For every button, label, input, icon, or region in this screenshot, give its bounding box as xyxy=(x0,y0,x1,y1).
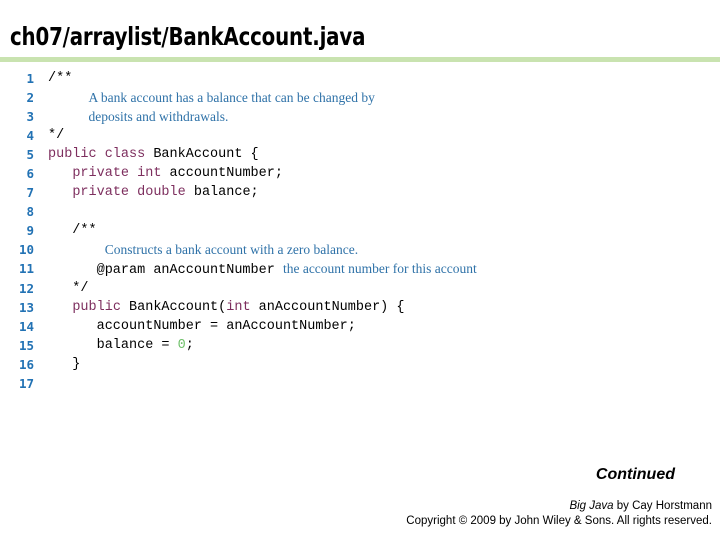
code-line-source: Constructs a bank account with a zero ba… xyxy=(48,240,358,261)
title-divider xyxy=(0,57,720,62)
code-token-keyword: int xyxy=(226,299,259,315)
code-line: 11 @param anAccountNumber the account nu… xyxy=(0,259,720,278)
line-number: 10 xyxy=(18,242,34,258)
line-number: 17 xyxy=(18,375,34,391)
code-token-plain: anAccountNumber) { xyxy=(258,299,405,315)
code-line: 12 */ xyxy=(0,279,720,298)
code-line: 1 /** xyxy=(0,69,720,88)
line-number: 4 xyxy=(26,128,34,144)
code-line-source: balance = 0; xyxy=(48,336,194,355)
code-line: 5 public class BankAccount { xyxy=(0,145,720,164)
line-number: 13 xyxy=(18,299,34,315)
line-number: 12 xyxy=(18,280,34,296)
code-token-comment: A bank account has a balance that can be… xyxy=(88,90,375,106)
code-token-keyword: private int xyxy=(72,166,170,182)
line-number: 6 xyxy=(26,166,34,182)
code-line-source: A bank account has a balance that can be… xyxy=(48,88,375,109)
code-listing: 1 /** 2 A bank account has a balance that … xyxy=(0,69,720,393)
line-number: 9 xyxy=(26,223,34,239)
code-line-source: private int accountNumber; xyxy=(48,164,283,183)
code-token-plain: @param anAccountNumber xyxy=(48,263,283,279)
line-number: 16 xyxy=(18,356,34,372)
code-line: 16 } xyxy=(0,355,720,374)
line-number: 5 xyxy=(26,147,34,163)
line-number: 11 xyxy=(18,261,34,277)
code-line-source: /** xyxy=(48,69,72,88)
code-token-plain: /** xyxy=(48,71,73,86)
code-line: 6 private int accountNumber; xyxy=(0,164,720,183)
code-token-plain: BankAccount { xyxy=(153,147,259,163)
code-token-plain: BankAccount( xyxy=(129,299,227,315)
code-line: 9 /** xyxy=(0,221,720,240)
line-number: 1 xyxy=(26,71,34,86)
page-title: ch07/arraylist/BankAccount.java xyxy=(10,22,366,51)
code-line-source: accountNumber = anAccountNumber; xyxy=(48,317,356,336)
code-token-plain: /** xyxy=(48,223,97,239)
code-token-plain: */ xyxy=(48,280,89,296)
line-number: 7 xyxy=(26,185,34,201)
line-number: 2 xyxy=(26,90,34,106)
code-token-comment: the account number for this account xyxy=(282,261,477,277)
code-line: 15 balance = 0; xyxy=(0,336,720,355)
code-line-source: public BankAccount(int anAccountNumber) … xyxy=(48,298,404,317)
code-line: 17 xyxy=(0,374,720,393)
code-token-number: 0 xyxy=(177,337,186,353)
code-line: 13 public BankAccount(int anAccountNumbe… xyxy=(0,298,720,317)
credit-author: by Cay Horstmann xyxy=(613,500,712,512)
code-line-source: */ xyxy=(48,126,64,145)
code-token-keyword: private double xyxy=(72,185,194,201)
code-line: 2 A bank account has a balance that can … xyxy=(0,88,720,107)
code-token-plain: ; xyxy=(185,337,194,353)
code-line-source: */ xyxy=(48,279,89,298)
code-token-comment: deposits and withdrawals. xyxy=(88,109,229,125)
code-line-source: private double balance; xyxy=(48,183,259,202)
line-number: 14 xyxy=(18,318,34,334)
code-line: 3 deposits and withdrawals. xyxy=(0,107,720,126)
code-token-plain: } xyxy=(48,356,81,372)
code-line: 4 */ xyxy=(0,126,720,145)
credit-line: Big Java by Cay Horstmann xyxy=(569,500,712,512)
code-line: 8 xyxy=(0,202,720,221)
code-token-plain: accountNumber = anAccountNumber; xyxy=(48,318,356,334)
line-number: 8 xyxy=(26,204,34,220)
code-token-plain: accountNumber; xyxy=(169,166,283,182)
code-token-keyword: public xyxy=(72,299,130,315)
credit-book-title: Big Java xyxy=(569,500,614,512)
slide-header: ch07/arraylist/BankAccount.java xyxy=(0,0,720,62)
code-token-plain: balance; xyxy=(193,185,259,201)
code-line: 10 Constructs a bank account with a zero… xyxy=(0,240,720,259)
code-line-source: @param anAccountNumber the account numbe… xyxy=(48,259,477,280)
continued-label: Continued xyxy=(595,466,675,483)
code-line: 14 accountNumber = anAccountNumber; xyxy=(0,317,720,336)
copyright-notice: Copyright © 2009 by John Wiley & Sons. A… xyxy=(406,515,712,527)
code-token-comment: Constructs a bank account with a zero ba… xyxy=(104,242,359,258)
code-token-plain: */ xyxy=(48,128,65,144)
code-line-source: public class BankAccount { xyxy=(48,145,259,164)
code-token-plain: balance = xyxy=(48,337,178,353)
code-line-source: deposits and withdrawals. xyxy=(48,107,229,128)
line-number: 15 xyxy=(18,337,34,353)
code-token-keyword: public class xyxy=(48,147,154,163)
code-line-source: /** xyxy=(48,221,97,240)
code-line: 7 private double balance; xyxy=(0,183,720,202)
line-number: 3 xyxy=(26,109,34,125)
code-line-source: } xyxy=(48,355,80,374)
